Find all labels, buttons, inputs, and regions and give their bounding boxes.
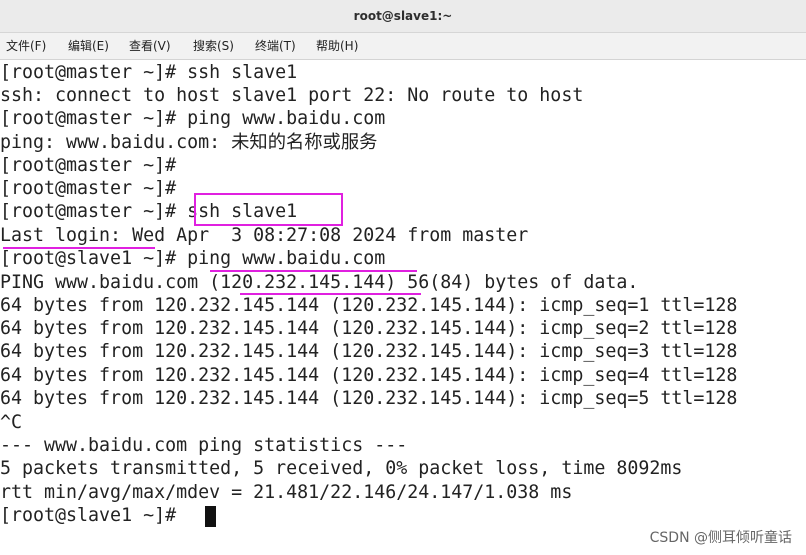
menu-terminal[interactable]: 终端(T) xyxy=(253,33,298,59)
menu-search[interactable]: 搜索(S) xyxy=(191,33,236,59)
terminal-line: ssh: connect to host slave1 port 22: No … xyxy=(0,85,584,106)
terminal-line: PING www.baidu.com (120.232.145.144) 56(… xyxy=(0,272,639,293)
menu-bar: 文件(F) 编辑(E) 查看(V) 搜索(S) 终端(T) 帮助(H) xyxy=(0,33,806,60)
terminal-line: Last login: Wed Apr 3 08:27:08 2024 from… xyxy=(0,225,529,246)
terminal-line: 64 bytes from 120.232.145.144 (120.232.1… xyxy=(0,341,738,362)
window-titlebar: root@slave1:~ xyxy=(0,0,806,33)
ping-command-underline xyxy=(210,270,417,272)
terminal-line: [root@master ~]# ssh slave1 xyxy=(0,62,298,83)
terminal-line: ping: www.baidu.com: 未知的名称或服务 xyxy=(0,132,378,153)
menu-file[interactable]: 文件(F) xyxy=(4,33,48,59)
terminal-output[interactable]: [root@master ~]# ssh slave1 ssh: connect… xyxy=(0,60,806,555)
ip-address-underline xyxy=(240,293,421,295)
terminal-line: 64 bytes from 120.232.145.144 (120.232.1… xyxy=(0,295,738,316)
menu-edit[interactable]: 编辑(E) xyxy=(66,33,111,59)
menu-help[interactable]: 帮助(H) xyxy=(314,33,360,59)
terminal-line: [root@master ~]# ping www.baidu.com xyxy=(0,108,386,129)
watermark: CSDN @侧耳倾听童话 xyxy=(649,530,792,546)
terminal-line: [root@master ~]# xyxy=(0,155,177,176)
terminal-line: --- www.baidu.com ping statistics --- xyxy=(0,435,408,456)
terminal-line: 64 bytes from 120.232.145.144 (120.232.1… xyxy=(0,318,738,339)
ssh-command-highlight-box xyxy=(194,193,343,226)
menu-view[interactable]: 查看(V) xyxy=(127,33,173,59)
terminal-cursor xyxy=(205,506,216,527)
terminal-line: 64 bytes from 120.232.145.144 (120.232.1… xyxy=(0,365,738,386)
window-title: root@slave1:~ xyxy=(353,9,453,23)
terminal-line: ^C xyxy=(0,412,23,433)
terminal-line: [root@master ~]# xyxy=(0,178,177,199)
terminal-line: [root@slave1 ~]# ping www.baidu.com xyxy=(0,248,386,269)
last-login-underline xyxy=(3,247,155,249)
terminal-line: 64 bytes from 120.232.145.144 (120.232.1… xyxy=(0,388,738,409)
terminal-line: 5 packets transmitted, 5 received, 0% pa… xyxy=(0,458,683,479)
terminal-line: [root@slave1 ~]# xyxy=(0,505,188,526)
terminal-line: rtt min/avg/max/mdev = 21.481/22.146/24.… xyxy=(0,482,573,503)
